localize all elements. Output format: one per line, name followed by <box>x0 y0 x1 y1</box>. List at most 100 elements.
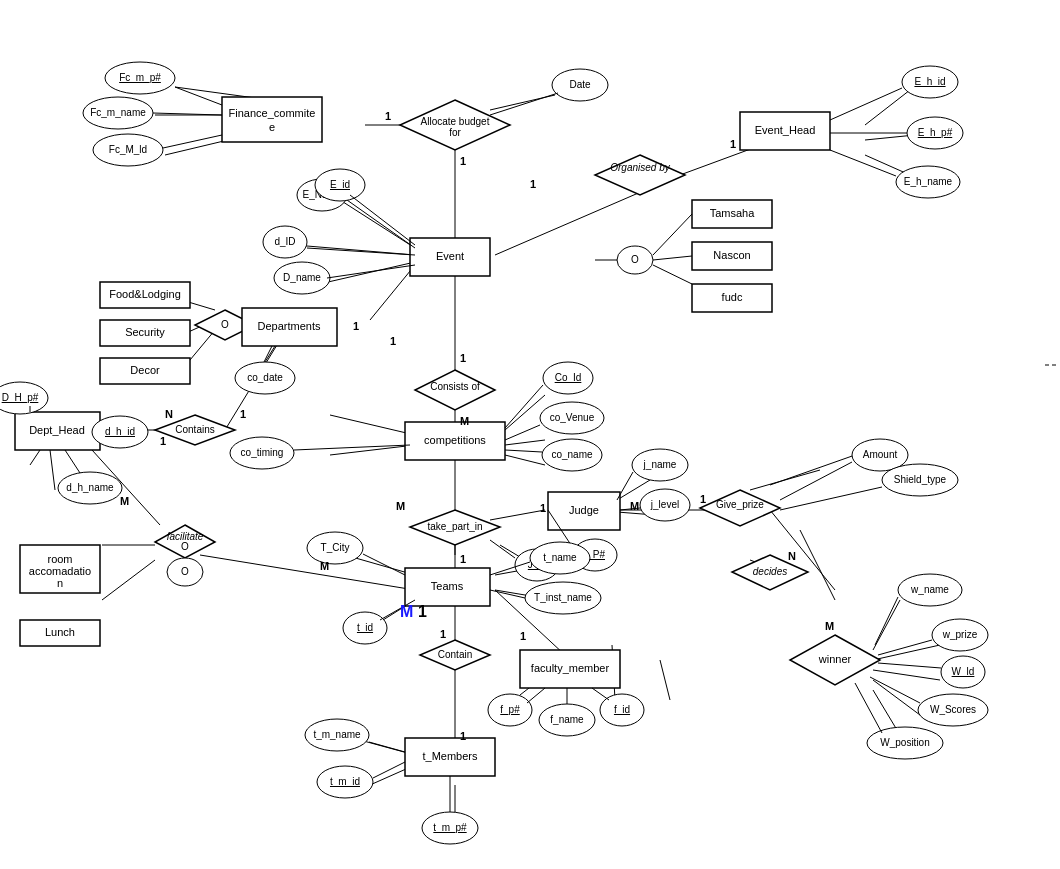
winner-text: winner <box>818 653 852 665</box>
1-teams: 1 <box>418 603 427 620</box>
svg-line-100 <box>592 688 609 700</box>
dept-head-text: Dept_Head <box>29 424 85 436</box>
svg-line-37 <box>800 530 835 600</box>
svg-line-103 <box>875 597 898 645</box>
card-1-organised: 1 <box>530 178 536 190</box>
svg-line-96 <box>373 762 405 778</box>
card-1-event-head: 1 <box>730 138 736 150</box>
decides-label: decides <box>753 566 787 577</box>
svg-line-81 <box>327 265 415 278</box>
svg-line-109 <box>65 450 80 473</box>
er-diagram: Allocate budget for Organised by O Consi… <box>0 0 1060 869</box>
svg-line-73 <box>163 135 222 148</box>
e-h-id-text: E_h_id <box>914 76 945 87</box>
svg-line-102 <box>780 487 882 510</box>
w-id-text: W_ld <box>952 666 975 677</box>
shield-type-text: Shield_type <box>894 474 947 485</box>
svg-line-36 <box>770 455 855 485</box>
card-1-dept2: 1 <box>353 320 359 332</box>
svg-line-71 <box>175 87 222 105</box>
fc-m-id-text: Fc_M_ld <box>109 144 147 155</box>
t-inst-name-text: T_inst_name <box>534 592 592 603</box>
consists-of-label: Consists of <box>430 381 480 392</box>
card-m-facilitate: M <box>120 495 129 507</box>
o-text: O <box>631 254 639 265</box>
svg-line-24 <box>505 455 545 465</box>
t-id-text: t_id <box>357 622 373 633</box>
date-text: Date <box>569 79 591 90</box>
dept-o-label: O <box>221 319 229 330</box>
card-1-t-members: 1 <box>460 730 466 742</box>
contains-label: Contains <box>175 424 214 435</box>
f-p-text: f_p# <box>500 704 520 715</box>
svg-line-98 <box>527 688 545 703</box>
j-level-text: j_level <box>650 499 679 510</box>
amount-text: Amount <box>863 449 898 460</box>
nascon-text: Nascon <box>713 249 750 261</box>
card-n-decides: N <box>788 550 796 562</box>
t-members-text: t_Members <box>422 750 478 762</box>
finance-committee-entity <box>222 97 322 142</box>
svg-line-11 <box>340 200 415 248</box>
facilitate-o-text: O <box>181 566 189 577</box>
svg-line-79 <box>307 248 415 255</box>
decor-text: Decor <box>130 364 160 376</box>
card-1-event: 1 <box>460 155 466 167</box>
svg-line-80 <box>350 195 415 245</box>
fc-m-name-text: Fc_m_name <box>90 107 146 118</box>
d-h-name-text: d_h_name <box>66 482 114 493</box>
d-id-text: d_ID <box>274 236 295 247</box>
t-name-text: t_name <box>543 552 577 563</box>
teams-text: Teams <box>431 580 464 592</box>
d-name-text: D_name <box>283 272 321 283</box>
give-prize-label: Give_prize <box>716 499 764 510</box>
finance-committee-text: Finance_commite <box>229 107 316 119</box>
co-date-text: co_date <box>247 372 283 383</box>
svg-line-95 <box>369 742 405 752</box>
card-1-take-judge: 1 <box>540 502 546 514</box>
svg-line-25 <box>330 415 415 435</box>
allocate-budget-label2: for <box>449 127 461 138</box>
svg-line-74 <box>490 93 558 115</box>
event-text: Event <box>436 250 464 262</box>
svg-line-29 <box>490 510 545 520</box>
svg-line-14 <box>370 265 415 320</box>
svg-line-101 <box>780 462 852 500</box>
card-1-consists: 1 <box>460 352 466 364</box>
take-part-in-label: take_part_in <box>427 521 482 532</box>
card-m-judge: M <box>630 500 639 512</box>
svg-line-60 <box>50 450 55 490</box>
room-accom-text3: n <box>57 577 63 589</box>
svg-line-77 <box>830 150 896 176</box>
e-h-p-text: E_h_p# <box>918 127 953 138</box>
svg-line-65 <box>102 560 155 600</box>
security-text: Security <box>125 326 165 338</box>
co-name-text: co_name <box>551 449 593 460</box>
facilitate-o-label: O <box>181 541 189 552</box>
w-prize-text: w_prize <box>942 629 978 640</box>
svg-line-13 <box>315 262 415 285</box>
card-1-finance: 1 <box>385 110 391 122</box>
organised-by-label: Organised by <box>610 162 670 173</box>
allocate-budget-label: Allocate budget <box>421 116 490 127</box>
e-id-text: E_id <box>330 179 350 190</box>
card-1-take-teams: 1 <box>460 553 466 565</box>
w-name-text: w_name <box>910 584 949 595</box>
card-1-contains: 1 <box>240 408 246 420</box>
food-lodging-text: Food&Lodging <box>109 288 181 300</box>
t-m-name-text: t_m_name <box>313 729 361 740</box>
w-position-text: W_position <box>880 737 929 748</box>
svg-line-87 <box>617 472 633 500</box>
room-accom-text: room <box>47 553 72 565</box>
departments-text: Departments <box>258 320 321 332</box>
contain-label: Contain <box>438 649 472 660</box>
svg-line-78 <box>347 200 415 248</box>
d-h-p-text: D_H_p# <box>2 392 39 403</box>
j-name-text: j_name <box>643 459 677 470</box>
card-1-contain: 1 <box>440 628 446 640</box>
finance-committee-text2: e <box>269 121 275 133</box>
svg-line-107 <box>855 683 882 733</box>
svg-line-68 <box>653 214 692 255</box>
competitions-text: competitions <box>424 434 486 446</box>
fudc-text: fudc <box>722 291 743 303</box>
